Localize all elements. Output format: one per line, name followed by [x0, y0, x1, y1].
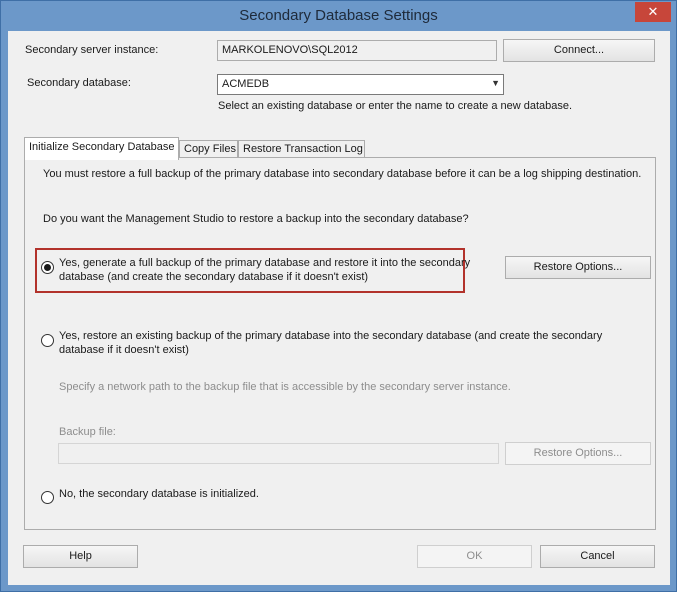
ok-button[interactable]: OK [417, 545, 532, 568]
restore-existing-label-line1[interactable]: Yes, restore an existing backup of the p… [59, 330, 602, 342]
database-hint: Select an existing database or enter the… [218, 100, 573, 112]
server-instance-label: Secondary server instance: [25, 44, 159, 56]
network-path-hint: Specify a network path to the backup fil… [59, 381, 511, 393]
already-initialized-label[interactable]: No, the secondary database is initialize… [59, 488, 259, 500]
backup-file-input[interactable] [58, 443, 499, 464]
generate-backup-label-line1[interactable]: Yes, generate a full backup of the prima… [59, 257, 470, 269]
restore-intro-text: You must restore a full backup of the pr… [43, 168, 642, 180]
restore-question-text: Do you want the Management Studio to res… [43, 213, 469, 225]
restore-options-button[interactable]: Restore Options... [505, 256, 651, 279]
chevron-down-icon[interactable]: ▼ [491, 78, 500, 88]
connect-button[interactable]: Connect... [503, 39, 655, 62]
window-title: Secondary Database Settings [239, 7, 438, 24]
already-initialized-radio[interactable] [41, 491, 54, 504]
dialog-window: Secondary Database Settings ✕ Secondary … [0, 0, 677, 592]
backup-file-label: Backup file: [59, 426, 116, 438]
server-instance-field: MARKOLENOVO\SQL2012 [217, 40, 497, 61]
tab-initialize-secondary-database[interactable]: Initialize Secondary Database [24, 137, 179, 160]
title-bar[interactable]: Secondary Database Settings ✕ [1, 1, 676, 31]
restore-options-button-disabled[interactable]: Restore Options... [505, 442, 651, 465]
generate-backup-radio[interactable] [41, 261, 54, 274]
secondary-database-value: ACMEDB [222, 78, 270, 90]
generate-backup-label-line2[interactable]: database (and create the secondary datab… [59, 271, 368, 283]
dialog-client-area: Secondary server instance: MARKOLENOVO\S… [8, 31, 670, 585]
help-button[interactable]: Help [23, 545, 138, 568]
close-button[interactable]: ✕ [635, 2, 671, 22]
restore-existing-backup-radio[interactable] [41, 334, 54, 347]
initialize-tab-panel: You must restore a full backup of the pr… [24, 157, 656, 530]
secondary-database-label: Secondary database: [27, 77, 131, 89]
restore-existing-label-line2[interactable]: database if it doesn't exist) [59, 344, 189, 356]
secondary-database-combo[interactable]: ACMEDB ▼ [217, 74, 504, 95]
close-icon: ✕ [647, 4, 659, 19]
cancel-button[interactable]: Cancel [540, 545, 655, 568]
